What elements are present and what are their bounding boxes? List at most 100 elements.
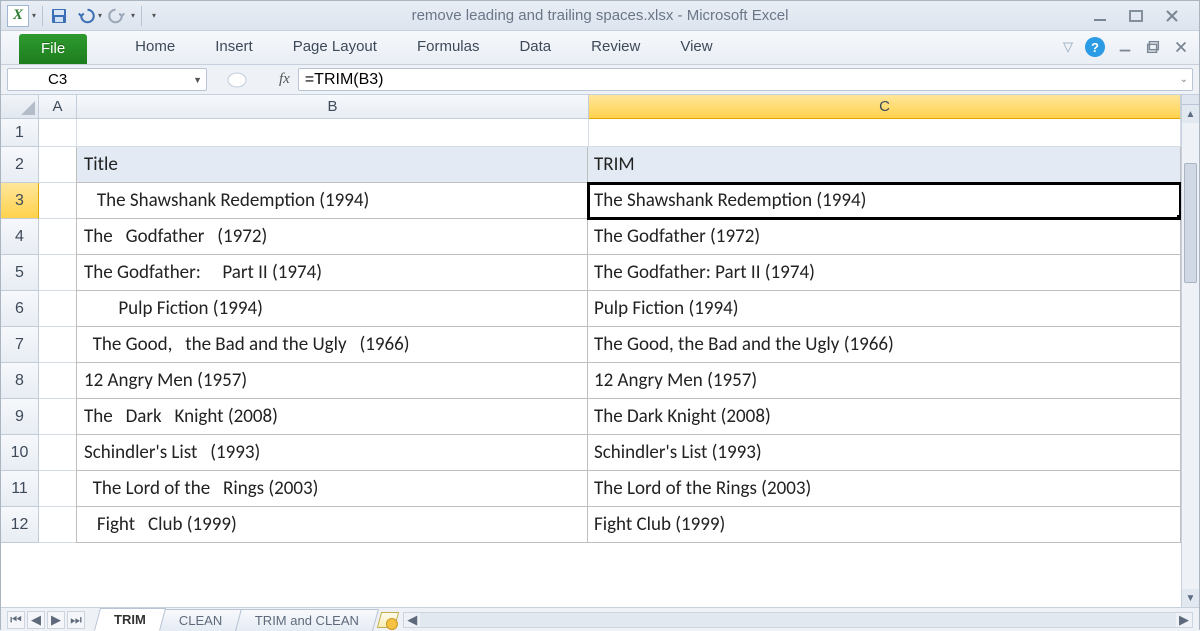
sheet-tab-trim-and-clean[interactable]: TRIM and CLEAN [235, 609, 379, 631]
row-header-6[interactable]: 6 [1, 291, 39, 327]
cell-A3[interactable] [39, 183, 77, 219]
ribbon-tab-review[interactable]: Review [571, 32, 660, 64]
formula-input[interactable]: =TRIM(B3) ⌄ [298, 68, 1193, 91]
redo-dropdown-icon[interactable]: ▾ [131, 11, 135, 20]
fx-icon[interactable]: fx [279, 71, 290, 88]
scroll-down-icon[interactable]: ▼ [1182, 589, 1199, 607]
maximize-icon[interactable] [1127, 7, 1145, 25]
cell-A1[interactable] [39, 119, 77, 147]
cell-C7[interactable]: The Good, the Bad and the Ugly (1966) [588, 327, 1181, 363]
ribbon-tab-view[interactable]: View [660, 32, 732, 64]
cell-B6[interactable]: Pulp Fiction (1994) [76, 291, 588, 327]
cell-C3[interactable]: The Shawshank Redemption (1994) [588, 183, 1181, 219]
cell-C2[interactable]: TRIM [588, 147, 1181, 183]
namebox-dropdown-icon[interactable]: ▼ [193, 75, 202, 85]
help-icon[interactable]: ? [1085, 37, 1105, 57]
row-header-2[interactable]: 2 [1, 147, 39, 183]
vertical-scrollbar[interactable]: ▲ ▼ [1181, 95, 1199, 607]
save-icon[interactable] [49, 6, 69, 26]
row-header-3[interactable]: 3 [1, 183, 39, 219]
cell-A6[interactable] [39, 291, 77, 327]
workbook-close-icon[interactable] [1173, 39, 1189, 55]
cell-B11[interactable]: The Lord of the Rings (2003) [76, 471, 588, 507]
cell-C9[interactable]: The Dark Knight (2008) [588, 399, 1181, 435]
cell-C6[interactable]: Pulp Fiction (1994) [588, 291, 1181, 327]
cell-B3[interactable]: The Shawshank Redemption (1994) [76, 183, 588, 219]
cell-C8[interactable]: 12 Angry Men (1957) [588, 363, 1181, 399]
cell-C1[interactable] [589, 119, 1181, 147]
row-header-12[interactable]: 12 [1, 507, 39, 543]
ribbon-tab-home[interactable]: Home [115, 32, 195, 64]
cell-A9[interactable] [39, 399, 77, 435]
cell-A2[interactable] [39, 147, 77, 183]
row-header-8[interactable]: 8 [1, 363, 39, 399]
minimize-icon[interactable] [1091, 7, 1109, 25]
worksheet-area: A B C 12 TitleTRIM 3 The Shawshank Redempt… [1, 95, 1199, 607]
column-header-A[interactable]: A [39, 95, 77, 119]
cell-C10[interactable]: Schindler's List (1993) [588, 435, 1181, 471]
ribbon-tab-formulas[interactable]: Formulas [397, 32, 500, 64]
row-header-7[interactable]: 7 [1, 327, 39, 363]
cell-B9[interactable]: The Dark Knight (2008) [76, 399, 588, 435]
cell-B8[interactable]: 12 Angry Men (1957) [76, 363, 588, 399]
sheet-nav-last-icon[interactable]: ⏭ [67, 611, 85, 629]
close-icon[interactable] [1163, 7, 1181, 25]
cell-A4[interactable] [39, 219, 77, 255]
cell-A8[interactable] [39, 363, 77, 399]
hscroll-left-icon[interactable]: ◀ [404, 613, 420, 627]
cell-A10[interactable] [39, 435, 77, 471]
quick-access-toolbar: X ▾ ▾ ▾ ▾ [1, 5, 156, 27]
cell-C4[interactable]: The Godfather (1972) [588, 219, 1181, 255]
cell-B1[interactable] [77, 119, 589, 147]
cell-B5[interactable]: The Godfather: Part II (1974) [76, 255, 588, 291]
customize-qat-icon[interactable]: ▾ [152, 11, 156, 20]
select-all-corner[interactable] [1, 95, 39, 119]
formula-expand-icon[interactable]: ⌄ [1180, 74, 1188, 85]
sheet-tab-clean[interactable]: CLEAN [159, 609, 242, 631]
cell-A5[interactable] [39, 255, 77, 291]
cell-A11[interactable] [39, 471, 77, 507]
scroll-track[interactable] [1182, 123, 1199, 589]
file-tab[interactable]: File [19, 34, 87, 64]
sheet-nav-first-icon[interactable]: ⏮ [7, 611, 25, 629]
workbook-restore-icon[interactable] [1145, 39, 1161, 55]
cell-C11[interactable]: The Lord of the Rings (2003) [588, 471, 1181, 507]
cell-B4[interactable]: The Godfather (1972) [76, 219, 588, 255]
cell-B10[interactable]: Schindler's List (1993) [76, 435, 588, 471]
row-header-5[interactable]: 5 [1, 255, 39, 291]
ribbon-minimize-icon[interactable]: ▽ [1063, 39, 1073, 55]
excel-logo-icon[interactable]: X [7, 5, 29, 27]
scroll-up-icon[interactable]: ▲ [1182, 105, 1199, 123]
scroll-thumb[interactable] [1184, 163, 1197, 283]
row-header-4[interactable]: 4 [1, 219, 39, 255]
row-header-10[interactable]: 10 [1, 435, 39, 471]
hscroll-right-icon[interactable]: ▶ [1176, 613, 1192, 627]
undo-icon[interactable] [75, 6, 95, 26]
cell-A12[interactable] [39, 507, 77, 543]
cell-C5[interactable]: The Godfather: Part II (1974) [588, 255, 1181, 291]
sheet-nav-next-icon[interactable]: ▶ [47, 611, 65, 629]
undo-dropdown-icon[interactable]: ▾ [98, 11, 102, 20]
cell-C12[interactable]: Fight Club (1999) [588, 507, 1181, 543]
sheet-tab-trim[interactable]: TRIM [94, 608, 166, 631]
row-header-11[interactable]: 11 [1, 471, 39, 507]
cell-B2[interactable]: Title [76, 147, 588, 183]
column-header-B[interactable]: B [77, 95, 589, 119]
ribbon-tab-page-layout[interactable]: Page Layout [273, 32, 397, 64]
workbook-minimize-icon[interactable] [1117, 39, 1133, 55]
cell-B12[interactable]: Fight Club (1999) [76, 507, 588, 543]
horizontal-scrollbar[interactable]: ◀ ▶ [403, 612, 1193, 628]
redo-icon[interactable] [108, 6, 128, 26]
name-box[interactable]: C3 ▼ [7, 68, 207, 91]
row-header-1[interactable]: 1 [1, 119, 39, 147]
split-box-icon[interactable] [1182, 95, 1199, 105]
sheet-nav-prev-icon[interactable]: ◀ [27, 611, 45, 629]
column-header-C[interactable]: C [589, 95, 1181, 119]
new-sheet-icon[interactable] [377, 612, 399, 628]
row-header-9[interactable]: 9 [1, 399, 39, 435]
ribbon-tab-insert[interactable]: Insert [195, 32, 273, 64]
qat-logo-dropdown-icon[interactable]: ▾ [32, 11, 36, 20]
ribbon-tab-data[interactable]: Data [499, 32, 571, 64]
cell-A7[interactable] [39, 327, 77, 363]
cell-B7[interactable]: The Good, the Bad and the Ugly (1966) [76, 327, 588, 363]
